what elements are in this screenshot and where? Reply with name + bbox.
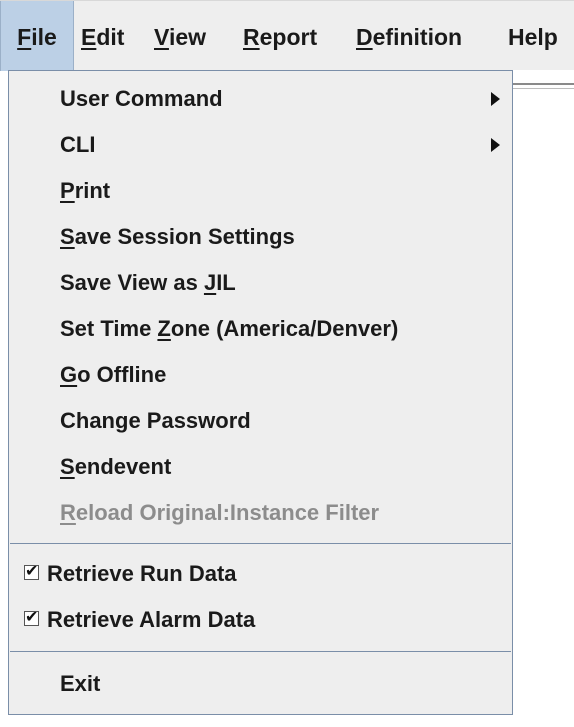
menu-help-label: Help <box>508 24 558 50</box>
menu-item-label: Retrieve Run Data <box>47 561 237 586</box>
menu-item-retrieve-alarm-data[interactable]: ✔ Retrieve Alarm Data <box>9 597 512 643</box>
menu-item-reload-original-instance-filter: Reload Original:Instance Filter <box>9 490 512 536</box>
mnemonic-s: S <box>60 224 75 249</box>
menu-report-label: Report <box>243 24 318 50</box>
background-divider <box>513 88 574 89</box>
menu-item-go-offline[interactable]: Go Offline <box>9 352 512 398</box>
menu-item-exit[interactable]: Exit <box>9 661 512 707</box>
menu-help[interactable]: Help <box>508 1 558 71</box>
menu-bar: File Edit View Report Definition Help <box>0 0 574 71</box>
mnemonic-e: E <box>81 24 97 50</box>
chevron-right-icon <box>491 138 500 152</box>
menu-item-user-command[interactable]: User Command <box>9 76 512 122</box>
mnemonic-r: R <box>60 500 76 525</box>
menu-file[interactable]: File <box>0 1 74 71</box>
file-menu-dropdown: User Command CLI Print Save Session Sett… <box>8 70 513 715</box>
menu-item-label: Save Session Settings <box>60 224 295 249</box>
menu-item-label: Change Password <box>60 408 251 433</box>
menu-item-change-password[interactable]: Change Password <box>9 398 512 444</box>
menu-edit[interactable]: Edit <box>81 1 124 71</box>
menu-separator <box>10 651 511 652</box>
menu-item-label: Sendevent <box>60 454 172 479</box>
menu-item-retrieve-run-data[interactable]: ✔ Retrieve Run Data <box>9 551 512 597</box>
background-divider <box>513 83 574 85</box>
menu-item-label: User Command <box>60 86 223 111</box>
menu-view-label: View <box>154 24 207 50</box>
menu-item-cli[interactable]: CLI <box>9 122 512 168</box>
mnemonic-z: Z <box>157 316 171 341</box>
menu-definition[interactable]: Definition <box>356 1 462 71</box>
menu-item-label: CLI <box>60 132 96 157</box>
check-icon: ✔ <box>24 611 39 626</box>
menu-separator <box>10 543 511 544</box>
menu-item-label: Save View as JIL <box>60 270 236 295</box>
menu-item-label: Retrieve Alarm Data <box>47 607 256 632</box>
chevron-right-icon <box>491 92 500 106</box>
menu-item-label: Set Time Zone (America/Denver) <box>60 316 399 341</box>
menu-item-set-time-zone[interactable]: Set Time Zone (America/Denver) <box>9 306 512 352</box>
menu-item-print[interactable]: Print <box>9 168 512 214</box>
menu-item-save-view-as-jil[interactable]: Save View as JIL <box>9 260 512 306</box>
background-window <box>513 70 574 727</box>
mnemonic-p: P <box>60 178 75 203</box>
menu-report[interactable]: Report <box>243 1 317 71</box>
mnemonic-d: D <box>356 24 373 50</box>
menu-file-label: File <box>17 24 57 50</box>
menu-item-label: Reload Original:Instance Filter <box>60 500 380 525</box>
menu-definition-label: Definition <box>356 24 463 50</box>
mnemonic-f: F <box>17 24 32 50</box>
mnemonic-s: S <box>60 454 75 479</box>
mnemonic-r: R <box>243 24 260 50</box>
menu-item-label: Print <box>60 178 111 203</box>
mnemonic-j: J <box>203 270 217 295</box>
menu-item-label: Exit <box>60 671 101 696</box>
menu-view[interactable]: View <box>154 1 206 71</box>
menu-item-save-session-settings[interactable]: Save Session Settings <box>9 214 512 260</box>
menu-edit-label: Edit <box>81 24 125 50</box>
menu-item-sendevent[interactable]: Sendevent <box>9 444 512 490</box>
menu-item-label: Go Offline <box>60 362 167 387</box>
mnemonic-g: G <box>60 362 78 387</box>
check-icon: ✔ <box>24 565 39 580</box>
mnemonic-v: V <box>154 24 169 50</box>
